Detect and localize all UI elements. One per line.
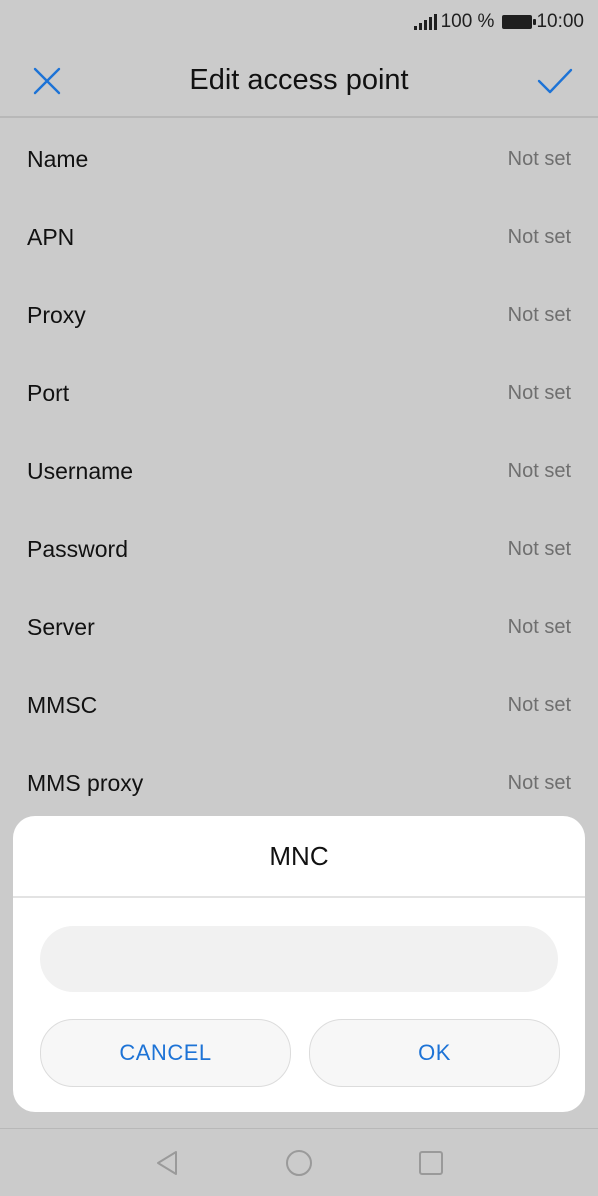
setting-label: Password: [27, 535, 128, 562]
setting-label: Name: [27, 145, 89, 172]
recents-button[interactable]: [415, 1147, 447, 1179]
setting-label: Port: [27, 379, 70, 406]
setting-label: Username: [27, 457, 134, 484]
recents-square-icon: [419, 1151, 443, 1175]
setting-row-mms-proxy[interactable]: MMS proxy Not set: [0, 744, 598, 822]
home-circle-icon: [286, 1150, 312, 1176]
save-button[interactable]: [532, 58, 578, 104]
setting-row-name[interactable]: Name Not set: [0, 120, 598, 198]
close-button[interactable]: [24, 58, 70, 104]
status-bar: 100 % 10:00: [0, 0, 598, 44]
apn-settings-list: Name Not set APN Not set Proxy Not set P…: [0, 120, 598, 822]
setting-value: Not set: [507, 381, 571, 404]
mnc-input[interactable]: [40, 926, 558, 992]
setting-value: Not set: [507, 303, 571, 326]
toolbar: Edit access point: [0, 44, 598, 118]
setting-value: Not set: [507, 615, 571, 638]
setting-row-username[interactable]: Username Not set: [0, 432, 598, 510]
setting-value: Not set: [507, 771, 571, 794]
setting-label: Server: [27, 613, 95, 640]
setting-row-apn[interactable]: APN Not set: [0, 198, 598, 276]
battery-icon: [502, 15, 537, 29]
setting-row-proxy[interactable]: Proxy Not set: [0, 276, 598, 354]
setting-row-server[interactable]: Server Not set: [0, 588, 598, 666]
back-button[interactable]: [151, 1147, 183, 1179]
ok-button[interactable]: OK: [309, 1019, 560, 1087]
setting-row-port[interactable]: Port Not set: [0, 354, 598, 432]
setting-value: Not set: [507, 147, 571, 170]
setting-label: Proxy: [27, 301, 86, 328]
setting-value: Not set: [507, 459, 571, 482]
signal-icon: [413, 14, 437, 30]
dialog-title: MNC: [13, 816, 585, 898]
check-icon: [537, 68, 573, 94]
mnc-dialog: MNC CANCEL OK: [13, 816, 585, 1112]
setting-row-mmsc[interactable]: MMSC Not set: [0, 666, 598, 744]
setting-label: MMSC: [27, 691, 98, 718]
close-icon: [33, 67, 61, 95]
setting-label: APN: [27, 223, 75, 250]
setting-value: Not set: [507, 693, 571, 716]
setting-row-password[interactable]: Password Not set: [0, 510, 598, 588]
navigation-bar: [0, 1128, 598, 1196]
battery-percent: 100 %: [440, 11, 495, 32]
clock: 10:00: [536, 11, 584, 32]
setting-label: MMS proxy: [27, 769, 144, 796]
home-button[interactable]: [283, 1147, 315, 1179]
back-triangle-icon: [157, 1151, 177, 1175]
setting-value: Not set: [507, 537, 571, 560]
cancel-button[interactable]: CANCEL: [40, 1019, 291, 1087]
page-title: Edit access point: [189, 63, 409, 96]
setting-value: Not set: [507, 225, 571, 248]
